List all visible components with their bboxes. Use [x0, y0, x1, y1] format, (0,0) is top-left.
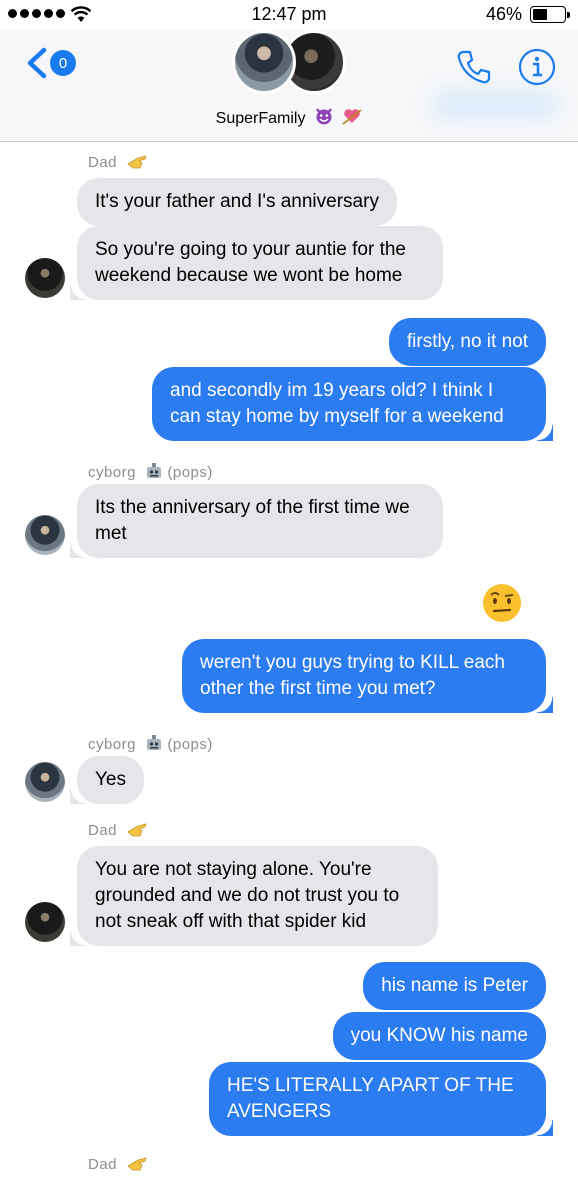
back-button[interactable]: 0: [22, 46, 76, 80]
unread-count-badge: 0: [50, 50, 76, 76]
status-bar: 12:47 pm 46%: [0, 0, 578, 30]
sender-label: cyborg (pops): [88, 463, 213, 481]
pointing-hand-icon: [127, 823, 147, 837]
message-bubble-outgoing[interactable]: firstly, no it not: [388, 318, 546, 366]
heart-with-arrow-icon: [342, 109, 362, 125]
chevron-left-icon: [27, 47, 47, 79]
message-bubble-incoming[interactable]: So you're going to your auntie for the w…: [70, 226, 443, 300]
sender-label: Dad: [88, 154, 148, 171]
message-bubble-outgoing[interactable]: and secondly im 19 years old? I think I …: [152, 367, 553, 441]
face-with-raised-eyebrow-icon[interactable]: [481, 582, 523, 624]
robot-icon: [146, 735, 161, 750]
phone-icon[interactable]: [455, 48, 493, 86]
avatar[interactable]: [25, 258, 65, 298]
sender-label: cyborg (pops): [88, 735, 213, 753]
message-bubble-outgoing[interactable]: you KNOW his name: [332, 1012, 546, 1060]
pointing-hand-icon: [127, 1157, 147, 1171]
conversation-header: 0 SuperFamily: [0, 30, 578, 142]
pointing-hand-icon: [127, 155, 147, 169]
message-bubble-incoming[interactable]: Its the anniversary of the first time we…: [70, 484, 443, 558]
sender-label: Dad: [88, 822, 148, 839]
avatar: [232, 30, 296, 94]
avatar[interactable]: [25, 515, 65, 555]
message-bubble-incoming[interactable]: Yes: [70, 756, 144, 804]
avatar[interactable]: [25, 902, 65, 942]
message-bubble-incoming[interactable]: You are not staying alone. You're ground…: [70, 846, 438, 946]
message-bubble-outgoing[interactable]: his name is Peter: [363, 962, 546, 1010]
group-avatars[interactable]: [230, 30, 350, 98]
avatar[interactable]: [25, 762, 65, 802]
battery-percentage: 46%: [485, 4, 522, 24]
battery-icon: [530, 6, 570, 23]
message-bubble-outgoing[interactable]: weren't you guys trying to KILL each oth…: [182, 639, 553, 713]
info-icon[interactable]: [518, 48, 556, 86]
sender-label: Dad: [88, 1156, 148, 1173]
group-name[interactable]: SuperFamily: [0, 106, 578, 128]
robot-icon: [146, 463, 161, 478]
group-name-label: SuperFamily: [215, 110, 306, 127]
smiling-devil-icon: [315, 108, 332, 125]
message-bubble-outgoing[interactable]: HE'S LITERALLY APART OF THE AVENGERS: [209, 1062, 553, 1136]
message-bubble-incoming[interactable]: It's your father and I's anniversary: [77, 178, 397, 226]
